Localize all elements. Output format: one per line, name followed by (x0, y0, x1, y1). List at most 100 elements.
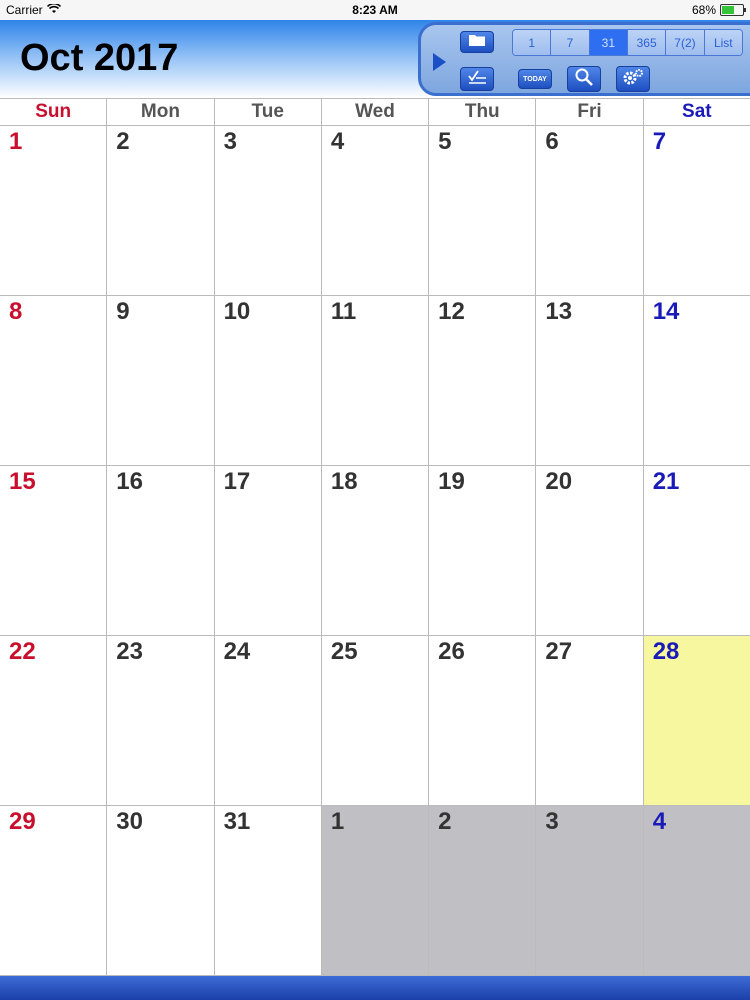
week-row: 29 30 31 1 2 3 4 (0, 806, 750, 976)
day-cell[interactable]: 6 (536, 126, 644, 295)
day-cell[interactable]: 14 (644, 296, 750, 465)
day-cell[interactable]: 30 (107, 806, 215, 975)
day-cell[interactable]: 19 (429, 466, 537, 635)
day-cell[interactable]: 27 (536, 636, 644, 805)
day-number: 28 (652, 638, 680, 665)
gear-icon (621, 67, 645, 92)
month-grid: 1 2 3 4 5 6 7 8 9 10 11 12 13 14 15 16 17 18 19 20 21 22 23 24 2… (0, 126, 750, 976)
day-number: 2 (438, 808, 452, 835)
day-cell[interactable]: 16 (107, 466, 215, 635)
day-cell[interactable]: 5 (429, 126, 537, 295)
week-row: 1 2 3 4 5 6 7 (0, 126, 750, 296)
day-number: 25 (330, 638, 358, 665)
play-icon[interactable] (433, 53, 446, 71)
day-number: 27 (545, 638, 573, 665)
week-row: 22 23 24 25 26 27 28 (0, 636, 750, 806)
day-cell[interactable]: 9 (107, 296, 215, 465)
day-cell[interactable]: 8 (0, 296, 108, 465)
day-number: 1 (330, 808, 345, 835)
week-row: 15 16 17 18 19 20 21 (0, 466, 750, 636)
day-number: 5 (438, 128, 452, 155)
view-option-3[interactable]: 365 (627, 30, 667, 55)
toolbar-panel: 1 7 31 365 7(2) List TODAY (418, 22, 750, 96)
tasks-button[interactable] (460, 67, 494, 91)
day-number: 11 (330, 298, 357, 325)
day-cell[interactable]: 11 (322, 296, 430, 465)
day-cell[interactable]: 20 (536, 466, 644, 635)
day-cell[interactable]: 4 (643, 806, 750, 975)
day-cell[interactable]: 18 (322, 466, 430, 635)
day-cell[interactable]: 29 (0, 806, 108, 975)
calendar-header: Oct 2017 1 7 31 365 7(2) List TODAY (0, 20, 750, 98)
weekday-label-thu: Thu (429, 99, 537, 125)
view-option-2[interactable]: 31 (589, 30, 628, 55)
search-icon (574, 67, 594, 92)
day-cell[interactable]: 7 (644, 126, 750, 295)
bottom-bar (0, 976, 750, 1000)
day-cell[interactable]: 1 (321, 806, 430, 975)
day-number: 18 (330, 468, 358, 495)
day-cell[interactable]: 15 (0, 466, 108, 635)
day-number: 4 (330, 128, 345, 155)
settings-button[interactable] (616, 66, 650, 92)
weekday-label-tue: Tue (215, 99, 322, 125)
battery-icon (720, 4, 746, 16)
day-cell[interactable]: 28 (643, 636, 750, 805)
day-cell[interactable]: 23 (107, 636, 215, 805)
weekday-label-sat: Sat (682, 101, 712, 122)
weekday-label-mon: Mon (107, 99, 215, 125)
day-number: 6 (545, 128, 559, 155)
day-cell[interactable]: 21 (644, 466, 750, 635)
day-number: 23 (116, 638, 143, 665)
view-selector: 1 7 31 365 7(2) List (512, 29, 743, 56)
day-cell[interactable]: 1 (0, 126, 108, 295)
day-cell[interactable]: 3 (536, 806, 644, 975)
day-cell[interactable]: 26 (429, 636, 537, 805)
day-number: 10 (223, 298, 251, 325)
weekday-label-fri: Fri (536, 99, 644, 125)
search-button[interactable] (567, 66, 601, 92)
view-option-4[interactable]: 7(2) (666, 30, 705, 55)
day-cell[interactable]: 12 (429, 296, 537, 465)
folder-button[interactable] (460, 31, 494, 53)
day-number: 13 (545, 298, 573, 325)
day-cell[interactable]: 3 (215, 126, 322, 295)
day-number: 19 (438, 468, 465, 495)
view-option-0[interactable]: 1 (513, 30, 552, 55)
today-button[interactable]: TODAY (518, 69, 552, 89)
weekday-header: Sun Mon Tue Wed Thu Fri Sat (0, 98, 750, 126)
day-number: 17 (223, 468, 251, 495)
day-number: 2 (116, 128, 130, 155)
checklist-icon (467, 69, 487, 90)
day-cell[interactable]: 2 (107, 126, 215, 295)
day-number: 3 (223, 128, 237, 155)
day-number: 4 (652, 808, 667, 835)
today-label: TODAY (523, 75, 547, 83)
battery-percent: 68% (691, 3, 716, 17)
folder-icon (468, 33, 486, 52)
day-number: 21 (652, 468, 680, 495)
day-cell[interactable]: 4 (322, 126, 430, 295)
day-cell[interactable]: 25 (322, 636, 430, 805)
day-number: 14 (652, 298, 680, 325)
day-number: 9 (116, 298, 130, 325)
day-number: 3 (545, 808, 559, 835)
day-cell[interactable]: 24 (215, 636, 322, 805)
day-cell[interactable]: 2 (429, 806, 537, 975)
weekday-label-wed: Wed (322, 99, 430, 125)
day-number: 7 (652, 128, 667, 155)
day-cell[interactable]: 10 (215, 296, 322, 465)
day-number: 20 (545, 468, 573, 495)
view-option-5[interactable]: List (704, 30, 742, 55)
week-row: 8 9 10 11 12 13 14 (0, 296, 750, 466)
day-number: 16 (116, 468, 143, 495)
status-bar: Carrier 8:23 AM 68% (0, 0, 750, 20)
day-number: 22 (9, 638, 36, 665)
view-option-1[interactable]: 7 (551, 30, 590, 55)
day-number: 31 (223, 808, 251, 835)
day-cell[interactable]: 17 (215, 466, 322, 635)
day-cell[interactable]: 22 (0, 636, 108, 805)
clock: 8:23 AM (352, 3, 398, 17)
day-cell[interactable]: 13 (536, 296, 644, 465)
day-cell[interactable]: 31 (215, 806, 322, 975)
